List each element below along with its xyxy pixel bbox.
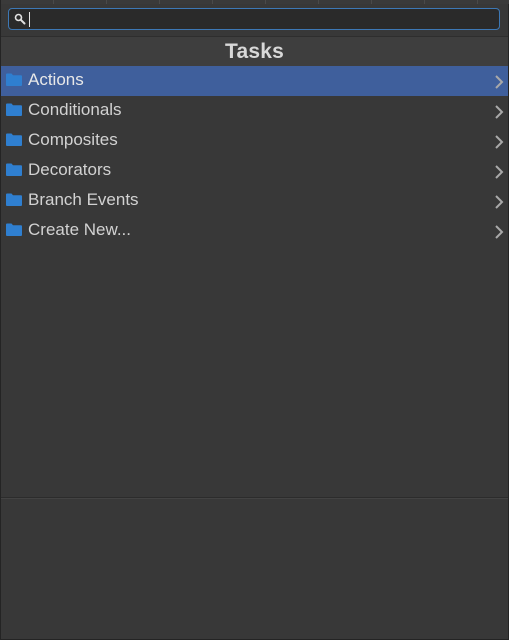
task-category-label: Actions xyxy=(28,70,84,89)
task-category-conditionals[interactable]: Conditionals xyxy=(1,96,508,126)
folder-icon xyxy=(6,103,22,116)
task-category-label: Create New... xyxy=(28,220,131,239)
task-category-composites[interactable]: Composites xyxy=(1,126,508,156)
text-caret xyxy=(29,12,30,27)
search-input[interactable] xyxy=(28,10,488,28)
task-category-decorators[interactable]: Decorators xyxy=(1,156,508,186)
task-browser-panel: Tasks Actions Conditionals Composites De… xyxy=(0,0,509,640)
search-field[interactable] xyxy=(8,8,500,30)
task-category-label: Decorators xyxy=(28,160,112,179)
chevron-right-icon[interactable] xyxy=(494,194,504,210)
task-category-actions[interactable]: Actions xyxy=(1,66,508,96)
chevron-right-icon[interactable] xyxy=(494,74,504,90)
chevron-right-icon[interactable] xyxy=(494,224,504,240)
search-icon xyxy=(14,13,26,25)
top-toolbar-strip xyxy=(1,0,509,4)
task-category-label: Conditionals xyxy=(28,100,122,119)
page-title: Tasks xyxy=(225,40,284,63)
chevron-right-icon[interactable] xyxy=(494,104,504,120)
tasks-header: Tasks xyxy=(1,36,508,68)
chevron-right-icon[interactable] xyxy=(494,134,504,150)
folder-icon xyxy=(6,133,22,146)
task-category-create-new[interactable]: Create New... xyxy=(1,216,508,246)
folder-icon xyxy=(6,223,22,236)
folder-icon xyxy=(6,73,22,86)
task-description-area xyxy=(1,499,508,639)
task-category-label: Composites xyxy=(28,130,118,149)
task-category-branch-events[interactable]: Branch Events xyxy=(1,186,508,216)
task-category-label: Branch Events xyxy=(28,190,139,209)
folder-icon xyxy=(6,163,22,176)
task-category-list: Actions Conditionals Composites Decorato… xyxy=(1,66,508,246)
folder-icon xyxy=(6,193,22,206)
chevron-right-icon[interactable] xyxy=(494,164,504,180)
